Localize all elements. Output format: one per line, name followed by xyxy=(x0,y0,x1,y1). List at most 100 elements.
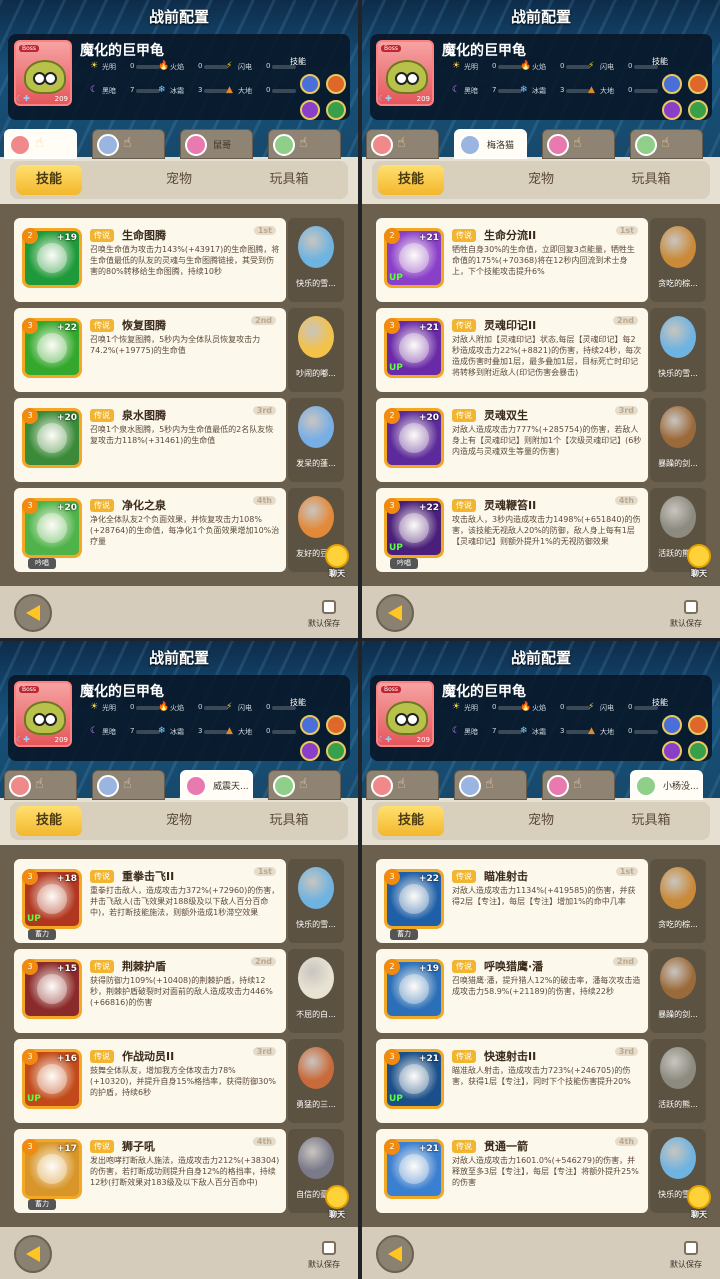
pet-slot[interactable]: 快乐的雪... xyxy=(288,218,344,302)
boss-skill-icon[interactable] xyxy=(300,715,320,735)
boss-skill-icon[interactable] xyxy=(300,74,320,94)
skill-card[interactable]: 3 +21 UP 传说 灵魂印记II 2nd 对敌人附加【灵魂印记】状态,每层【灵魂印记】每… xyxy=(376,308,648,392)
skill-icon[interactable]: 3 +22 UP xyxy=(384,498,444,558)
skill-icon[interactable]: 3 +20 xyxy=(22,498,82,558)
pet-slot[interactable]: 贪吃的棕... xyxy=(650,218,706,302)
pet-slot[interactable]: 活跃的熊... xyxy=(650,1039,706,1123)
boss-skill-icon[interactable] xyxy=(326,100,346,120)
boss-skill-icon[interactable] xyxy=(662,715,682,735)
character-tab[interactable]: 梅洛猫 xyxy=(454,129,527,159)
back-button[interactable] xyxy=(14,594,52,632)
character-tab[interactable]: 鼠哥 xyxy=(180,129,253,159)
skill-icon[interactable]: 3 +20 xyxy=(22,408,82,468)
skill-card[interactable]: 3 +15 传说 荆棘护盾 2nd 获得防御力109%(+10408)的荆棘护盾，持续12… xyxy=(14,949,286,1033)
boss-skill-icon[interactable] xyxy=(300,741,320,761)
skill-icon[interactable]: 2 +19 xyxy=(384,959,444,1019)
skill-card[interactable]: 3 +16 UP 传说 作战动员II 3rd 鼓舞全体队友，增加我方全体攻击力78%(+10… xyxy=(14,1039,286,1123)
character-tab[interactable]: 小杨没... xyxy=(630,770,703,800)
tab-toybox[interactable]: 玩具箱 xyxy=(618,165,684,195)
tab-pets[interactable]: 宠物 xyxy=(508,165,574,195)
skill-card[interactable]: 3 +22 UP 吟唱 传说 灵魂鞭笞II 4th 攻击敌人，3秒内造成攻击力1498%(+6… xyxy=(376,488,648,572)
chat-button[interactable]: 聊天 xyxy=(322,1185,352,1219)
boss-skill-icon[interactable] xyxy=(688,74,708,94)
character-tab[interactable]: ☝ xyxy=(92,770,165,800)
skill-card[interactable]: 2 +19 传说 呼唤猎鹰·潘 2nd 召唤猎鹰·潘，提升猎人12%的破击率，潘每次攻击造… xyxy=(376,949,648,1033)
boss-skill-icon[interactable] xyxy=(300,100,320,120)
character-tab[interactable]: ☝ xyxy=(268,129,341,159)
chat-button[interactable]: 聊天 xyxy=(684,1185,714,1219)
skill-card[interactable]: 3 +20 吟唱 传说 净化之泉 4th 净化全体队友2个负面效果，并恢复攻击力108%(+… xyxy=(14,488,286,572)
skill-card[interactable]: 3 +21 UP 传说 快速射击II 3rd 瞄准敌人射击，造成攻击力723%(+24670… xyxy=(376,1039,648,1123)
skill-icon[interactable]: 3 +21 UP xyxy=(384,1049,444,1109)
tab-skills[interactable]: 技能 xyxy=(16,165,82,195)
default-save-checkbox[interactable] xyxy=(684,1241,698,1255)
skill-card[interactable]: 2 +21 UP 传说 生命分流II 1st 牺牲自身30%的生命值，立即回复3点能量，牺牲… xyxy=(376,218,648,302)
skill-card[interactable]: 3 +17 蓄力 传说 狮子吼 4th 发出咆哮打断敌人施法，造成攻击力212%(+3830… xyxy=(14,1129,286,1213)
tab-pets[interactable]: 宠物 xyxy=(146,165,212,195)
chat-button[interactable]: 聊天 xyxy=(684,544,714,578)
pet-slot[interactable]: 贪吃的棕... xyxy=(650,859,706,943)
pet-slot[interactable]: 不屈的白... xyxy=(288,949,344,1033)
back-button[interactable] xyxy=(376,594,414,632)
skill-icon[interactable]: 3 +22 xyxy=(384,869,444,929)
skill-card[interactable]: 2 +21 传说 贯通一箭 4th 对敌人造成攻击力1601.0%(+546279)的伤害… xyxy=(376,1129,648,1213)
tab-skills[interactable]: 技能 xyxy=(378,806,444,836)
pet-slot[interactable]: 暴躁的剑... xyxy=(650,398,706,482)
skill-icon[interactable]: 3 +17 xyxy=(22,1139,82,1199)
tab-toybox[interactable]: 玩具箱 xyxy=(618,806,684,836)
character-tab[interactable]: ☝ xyxy=(542,770,615,800)
character-tab[interactable]: ☝ xyxy=(454,770,527,800)
default-save-checkbox[interactable] xyxy=(322,1241,336,1255)
pet-slot[interactable]: 快乐的雪... xyxy=(650,308,706,392)
tab-toybox[interactable]: 玩具箱 xyxy=(256,806,322,836)
boss-skill-icon[interactable] xyxy=(662,741,682,761)
skill-card[interactable]: 3 +18 UP 蓄力 传说 重拳击飞II 1st 重拳打击敌人，造成攻击力372%(+729… xyxy=(14,859,286,943)
back-button[interactable] xyxy=(376,1235,414,1273)
skill-icon[interactable]: 3 +15 xyxy=(22,959,82,1019)
character-tab[interactable]: 威震天... xyxy=(180,770,253,800)
skill-card[interactable]: 2 +19 传说 生命图腾 1st 召唤生命值为攻击力143%(+43917)的生命图腾，… xyxy=(14,218,286,302)
skill-card[interactable]: 2 +20 传说 灵魂双生 3rd 对敌人造成攻击力777%(+285754)的伤害，若敌… xyxy=(376,398,648,482)
character-tab[interactable]: ☝ xyxy=(542,129,615,159)
tab-skills[interactable]: 技能 xyxy=(378,165,444,195)
character-tab[interactable]: ☝ xyxy=(4,770,77,800)
skill-card[interactable]: 3 +22 传说 恢复图腾 2nd 召唤1个恢复图腾，5秒内为全体队员恢复攻击力74.2%… xyxy=(14,308,286,392)
boss-skill-icon[interactable] xyxy=(662,74,682,94)
tab-toybox[interactable]: 玩具箱 xyxy=(256,165,322,195)
pet-slot[interactable]: 吵闹的嘟... xyxy=(288,308,344,392)
boss-skill-icon[interactable] xyxy=(662,100,682,120)
character-tab[interactable]: ☝ xyxy=(4,129,77,159)
skill-icon[interactable]: 2 +21 xyxy=(384,1139,444,1199)
pet-slot[interactable]: 勇猛的三... xyxy=(288,1039,344,1123)
chat-button[interactable]: 聊天 xyxy=(322,544,352,578)
character-tab[interactable]: ☝ xyxy=(366,129,439,159)
default-save-checkbox[interactable] xyxy=(322,600,336,614)
boss-skill-icon[interactable] xyxy=(326,715,346,735)
character-tab[interactable]: ☝ xyxy=(268,770,341,800)
skill-icon[interactable]: 3 +18 UP xyxy=(22,869,82,929)
back-button[interactable] xyxy=(14,1235,52,1273)
pet-slot[interactable]: 暴躁的剑... xyxy=(650,949,706,1033)
skill-card[interactable]: 3 +22 蓄力 传说 瞄准射击 1st 对敌人造成攻击力1134%(+419585)的伤害… xyxy=(376,859,648,943)
boss-skill-icon[interactable] xyxy=(688,741,708,761)
skill-icon[interactable]: 3 +21 UP xyxy=(384,318,444,378)
character-tab[interactable]: ☝ xyxy=(630,129,703,159)
boss-skill-icon[interactable] xyxy=(688,100,708,120)
character-tab[interactable]: ☝ xyxy=(92,129,165,159)
skill-icon[interactable]: 3 +16 UP xyxy=(22,1049,82,1109)
default-save-checkbox[interactable] xyxy=(684,600,698,614)
skill-icon[interactable]: 2 +21 UP xyxy=(384,228,444,288)
skill-icon[interactable]: 2 +19 xyxy=(22,228,82,288)
tab-skills[interactable]: 技能 xyxy=(16,806,82,836)
skill-icon[interactable]: 2 +20 xyxy=(384,408,444,468)
tab-pets[interactable]: 宠物 xyxy=(146,806,212,836)
pet-slot[interactable]: 发呆的蓬... xyxy=(288,398,344,482)
boss-skill-icon[interactable] xyxy=(326,741,346,761)
tab-pets[interactable]: 宠物 xyxy=(508,806,574,836)
boss-skill-icon[interactable] xyxy=(326,74,346,94)
pet-slot[interactable]: 快乐的雪... xyxy=(288,859,344,943)
character-tab[interactable]: ☝ xyxy=(366,770,439,800)
skill-icon[interactable]: 3 +22 xyxy=(22,318,82,378)
boss-skill-icon[interactable] xyxy=(688,715,708,735)
skill-card[interactable]: 3 +20 传说 泉水图腾 3rd 召唤1个泉水图腾，5秒内为生命值最低的2名队友恢复攻击… xyxy=(14,398,286,482)
